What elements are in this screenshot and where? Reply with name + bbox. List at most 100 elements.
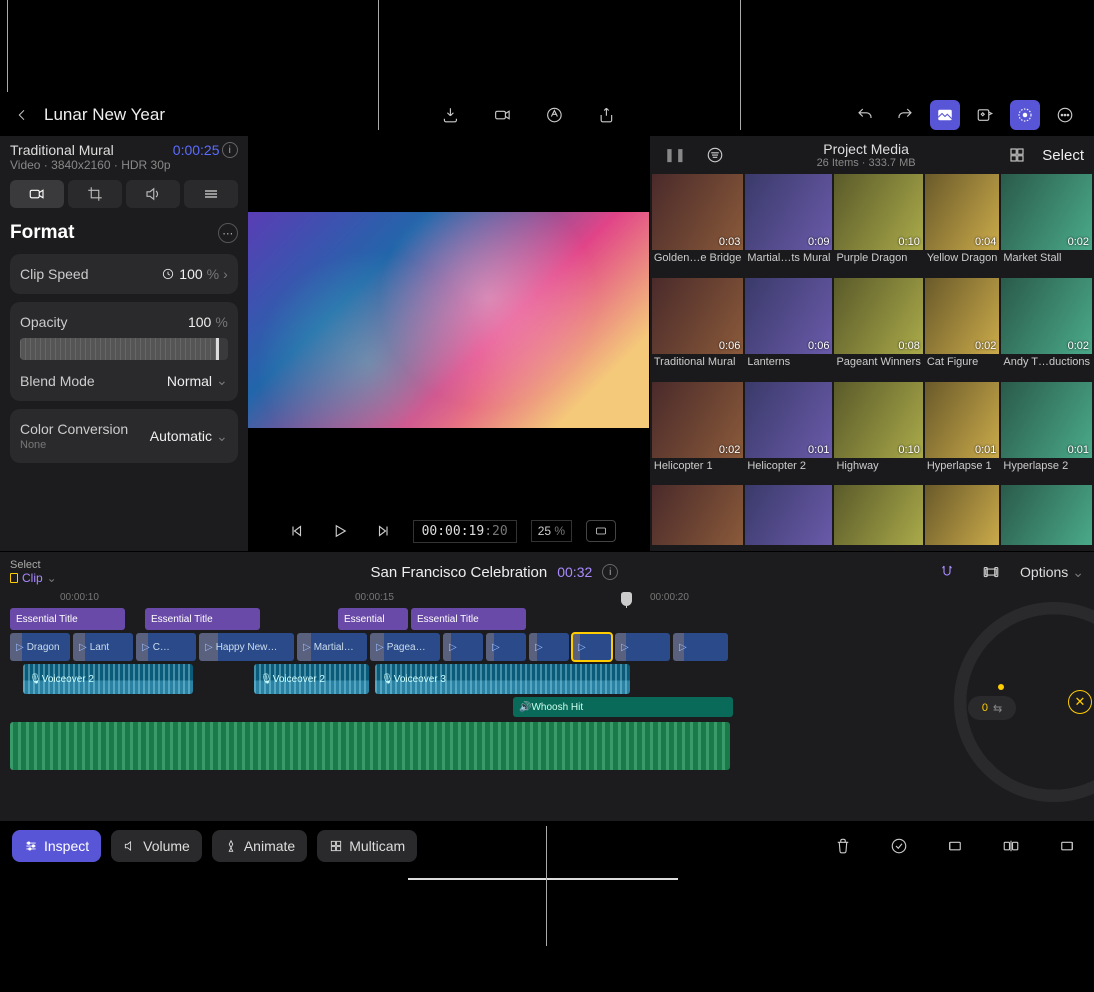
video-clip[interactable]: ▷Happy New… — [199, 633, 294, 661]
video-clip[interactable]: ▷Pagea… — [370, 633, 440, 661]
next-frame-button[interactable] — [369, 516, 399, 546]
filmstrip-scrub-button[interactable]: ❚❚ — [660, 140, 690, 170]
filter-button[interactable] — [700, 140, 730, 170]
title-clip[interactable]: Essential Title — [411, 608, 526, 630]
title-clip[interactable]: Essential Title — [10, 608, 125, 630]
secondary-storyline-button[interactable] — [976, 557, 1006, 587]
share-button[interactable] — [591, 100, 621, 130]
inspector-tab-crop[interactable] — [68, 180, 122, 208]
inspect-button[interactable]: Inspect — [12, 830, 101, 862]
camera-button[interactable] — [487, 100, 517, 130]
title-clip[interactable]: Essential — [338, 608, 408, 630]
browser-title: Project Media — [740, 141, 992, 157]
playhead[interactable] — [626, 592, 627, 608]
play-button[interactable] — [325, 516, 355, 546]
video-clip[interactable]: ▷Dragon — [10, 633, 70, 661]
inspector-tab-effects[interactable] — [184, 180, 238, 208]
browser-subtitle: 26 Items · 333.7 MB — [740, 157, 992, 169]
viewer-canvas[interactable] — [248, 212, 649, 428]
trim-start-button[interactable] — [940, 831, 970, 861]
viewer-options-button[interactable] — [586, 520, 616, 542]
jog-close-button[interactable]: ✕ — [1068, 690, 1092, 714]
clip-speed-label: Clip Speed — [20, 266, 89, 282]
viewer-zoom[interactable]: 25 % — [531, 520, 572, 542]
undo-button[interactable] — [850, 100, 880, 130]
redo-button[interactable] — [890, 100, 920, 130]
media-thumbnail[interactable]: 0:09Martial…ts Mural — [745, 174, 832, 276]
voiceover-clip[interactable]: 🎙 Voiceover 2 — [254, 664, 369, 694]
media-thumbnail[interactable]: 0:03Golden…e Bridge — [652, 174, 743, 276]
media-thumbnail[interactable] — [1001, 485, 1092, 551]
media-thumbnail[interactable]: 0:08Pageant Winners — [834, 278, 922, 380]
media-thumbnail[interactable]: 0:01Hyperlapse 2 — [1001, 382, 1092, 484]
media-thumbnail[interactable]: 0:02Helicopter 1 — [652, 382, 743, 484]
inspector-tab-video[interactable] — [10, 180, 64, 208]
video-clip[interactable]: ▷C… — [136, 633, 196, 661]
music-clip[interactable] — [10, 722, 730, 770]
color-conversion-picker[interactable]: Color Conversion None Automatic ⌄ — [20, 417, 228, 455]
prev-frame-button[interactable] — [281, 516, 311, 546]
voiceover-clip[interactable]: 🎙 Voiceover 2 — [23, 664, 193, 694]
voiceover-button[interactable] — [539, 100, 569, 130]
sfx-clip[interactable]: 🔊 Whoosh Hit — [513, 697, 733, 717]
content-library-toggle[interactable] — [970, 100, 1000, 130]
timeline-project-title: San Francisco Celebration — [370, 564, 547, 581]
browser-toggle[interactable] — [930, 100, 960, 130]
video-clip[interactable]: ▷Martial… — [297, 633, 367, 661]
media-thumbnail[interactable]: 0:01Helicopter 2 — [745, 382, 832, 484]
inspector-section-more[interactable]: ⋯ — [218, 223, 238, 243]
magnetic-toggle[interactable] — [932, 557, 962, 587]
timeline-info-button[interactable]: i — [602, 564, 618, 580]
media-thumbnail[interactable] — [925, 485, 1000, 551]
enable-disable-button[interactable] — [884, 831, 914, 861]
animate-button[interactable]: Animate — [212, 830, 307, 862]
timeline-options-button[interactable]: Options ⌄ — [1020, 564, 1084, 581]
import-menu-button[interactable] — [435, 100, 465, 130]
app-toolbar: Lunar New Year — [0, 94, 1094, 136]
media-thumbnail[interactable]: 0:02Andy T…ductions — [1001, 278, 1092, 380]
media-thumbnail[interactable] — [834, 485, 922, 551]
browser-layout-button[interactable] — [1002, 140, 1032, 170]
media-thumbnail[interactable]: 0:06Traditional Mural — [652, 278, 743, 380]
video-clip[interactable]: ▷Lant — [73, 633, 133, 661]
video-clip[interactable]: ▷ — [673, 633, 728, 661]
timeline-ruler[interactable]: 00:00:10 00:00:15 00:00:20 — [0, 592, 1094, 608]
media-thumbnail[interactable]: 0:10Highway — [834, 382, 922, 484]
more-menu-button[interactable] — [1050, 100, 1080, 130]
volume-button[interactable]: Volume — [111, 830, 202, 862]
media-browser: ❚❚ Project Media 26 Items · 333.7 MB Sel… — [649, 136, 1094, 551]
inspector-tab-audio[interactable] — [126, 180, 180, 208]
video-clip[interactable]: ▷ — [572, 633, 612, 661]
media-thumbnail[interactable]: 0:02Cat Figure — [925, 278, 1000, 380]
video-clip[interactable]: ▷ — [529, 633, 569, 661]
title-clip[interactable]: Essential Title — [145, 608, 260, 630]
jog-wheel-toggle[interactable] — [1010, 100, 1040, 130]
opacity-slider[interactable] — [20, 338, 228, 360]
media-thumbnail[interactable]: 0:02Market Stall — [1001, 174, 1092, 276]
clip-speed-row[interactable]: Clip Speed 100 % › — [20, 262, 228, 286]
viewer-timecode[interactable]: 00:00:19:20 — [413, 520, 517, 543]
trim-end-button[interactable] — [1052, 831, 1082, 861]
video-clip[interactable]: ▷ — [443, 633, 483, 661]
media-thumbnail[interactable] — [745, 485, 832, 551]
timeline-mode-label: Select — [10, 559, 57, 571]
voiceover-clip[interactable]: 🎙 Voiceover 3 — [375, 664, 630, 694]
blend-mode-picker[interactable]: Normal ⌄ — [167, 372, 228, 389]
updown-icon: ⌄ — [216, 372, 228, 389]
back-button[interactable] — [14, 107, 30, 123]
media-thumbnail[interactable] — [652, 485, 743, 551]
delete-button[interactable] — [828, 831, 858, 861]
inspector-section-title: Format — [10, 222, 74, 244]
edit-mode-picker[interactable]: Clip ⌄ — [10, 571, 57, 585]
clip-info-button[interactable]: i — [222, 142, 238, 158]
media-thumbnail[interactable]: 0:06Lanterns — [745, 278, 832, 380]
media-thumbnail[interactable]: 0:01Hyperlapse 1 — [925, 382, 1000, 484]
inspector-tabs — [10, 180, 238, 208]
media-thumbnail[interactable]: 0:04Yellow Dragon — [925, 174, 1000, 276]
multicam-button[interactable]: Multicam — [317, 830, 417, 862]
video-clip[interactable]: ▷ — [615, 633, 670, 661]
media-thumbnail[interactable]: 0:10Purple Dragon — [834, 174, 922, 276]
split-button[interactable] — [996, 831, 1026, 861]
video-clip[interactable]: ▷ — [486, 633, 526, 661]
browser-select-button[interactable]: Select — [1042, 147, 1084, 164]
